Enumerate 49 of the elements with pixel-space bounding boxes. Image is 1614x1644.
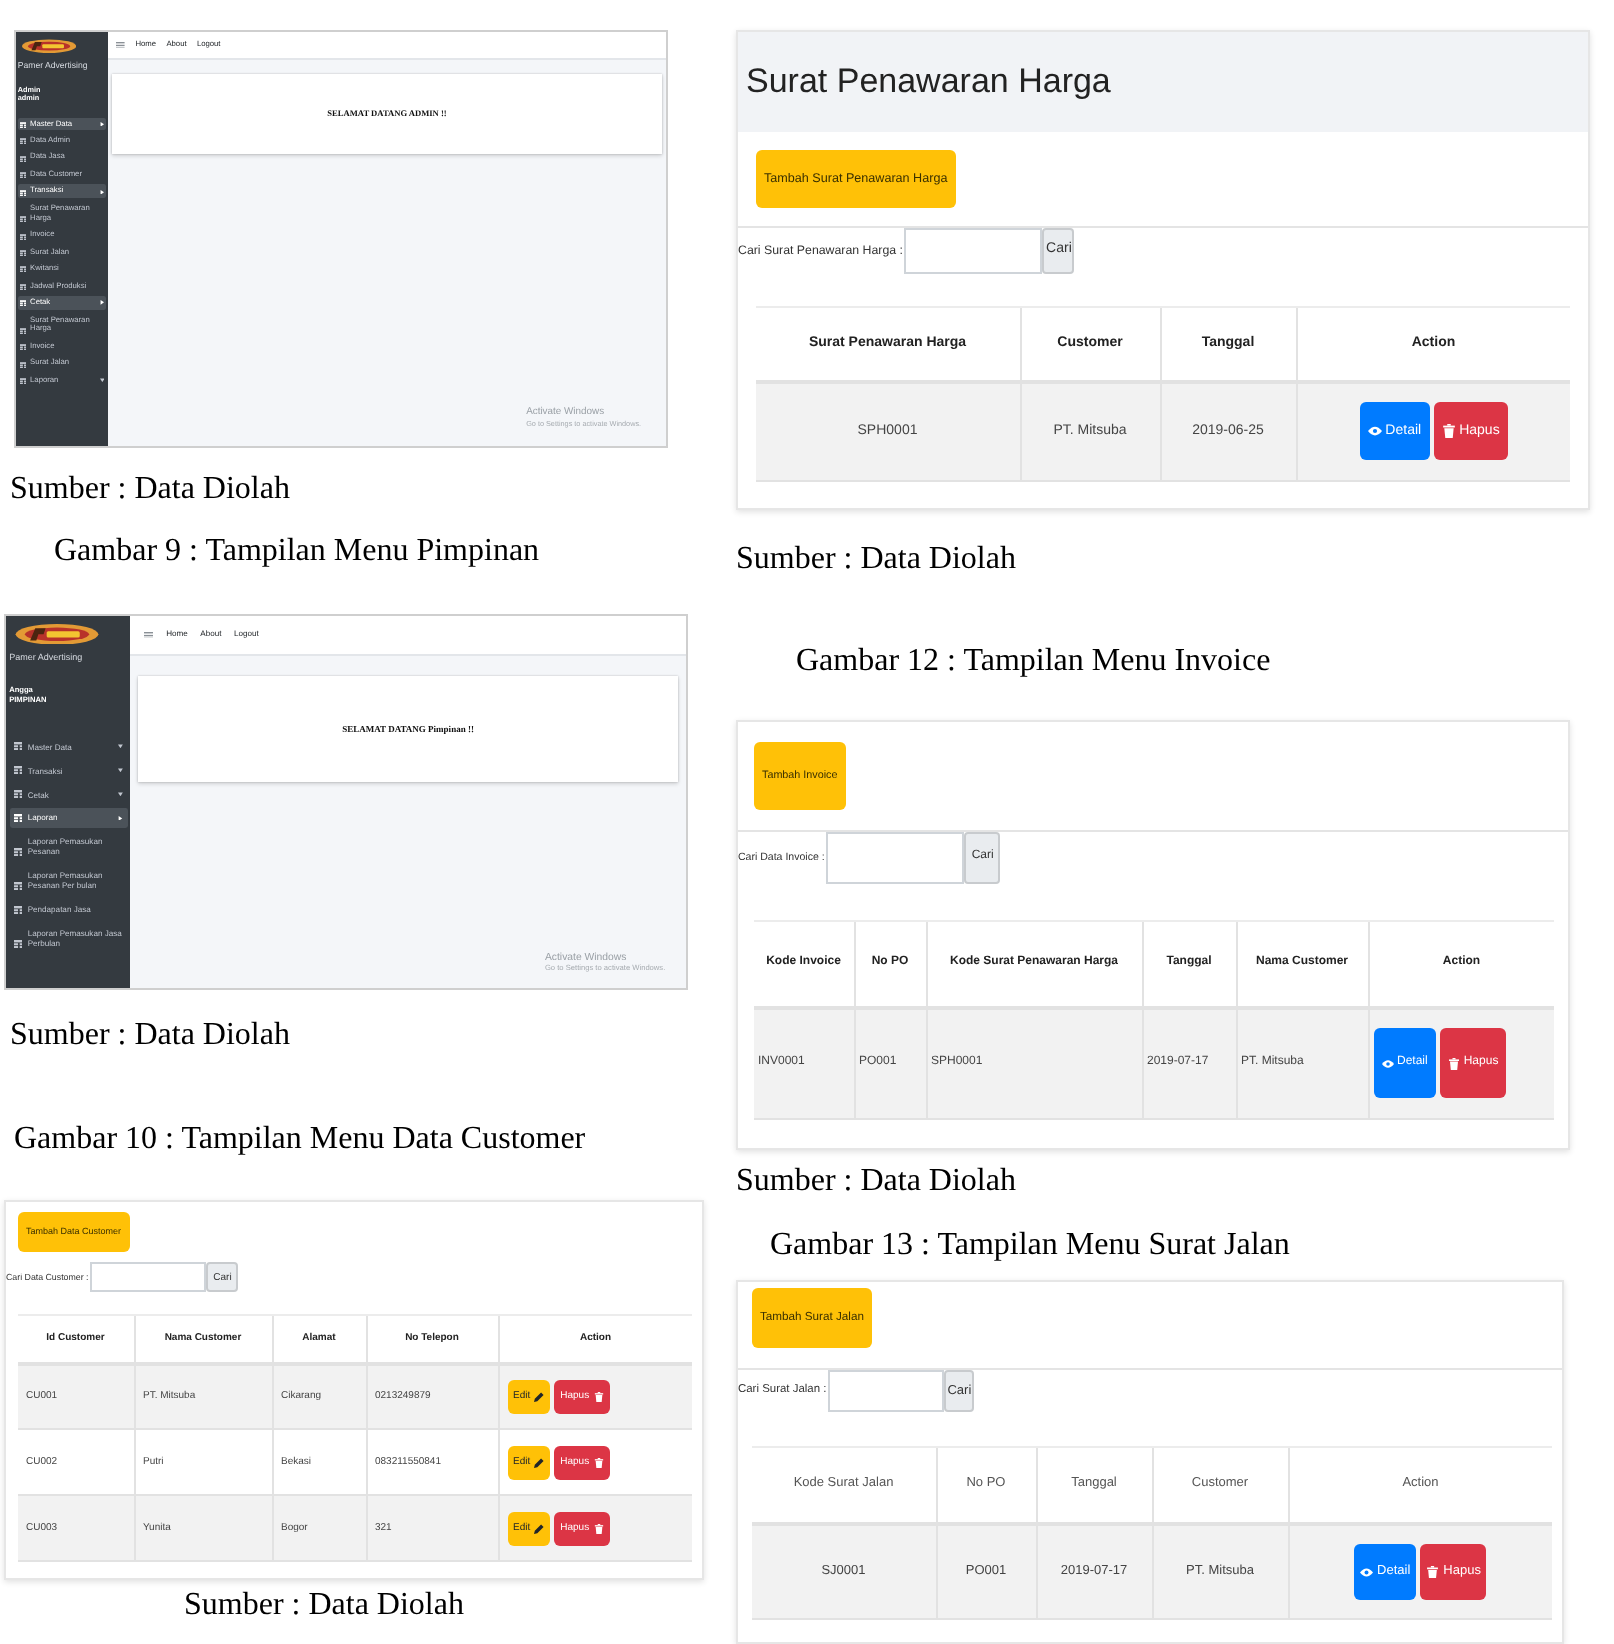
table-icon: [13, 848, 23, 857]
table-icon: [20, 172, 27, 179]
table-icon: [20, 361, 27, 368]
table-icon: [20, 283, 27, 291]
source-note: Sumber : Data Diolah: [10, 472, 290, 508]
menu-icon: [116, 41, 126, 49]
table-icon: [20, 300, 27, 308]
caret-icon: [99, 300, 104, 306]
table-icon: [20, 327, 27, 334]
figure-caption: Gambar 10 : Tampilan Menu Data Customer: [14, 1122, 586, 1158]
search-field[interactable]: [828, 1370, 945, 1412]
table-icon: [20, 138, 27, 145]
source-note: Sumber : Data Diolah: [736, 1164, 1016, 1200]
table-icon: [20, 155, 27, 162]
caret-icon: [99, 189, 104, 194]
table-icon: [13, 742, 23, 751]
menu-icon: [144, 631, 154, 639]
table-icon: [20, 250, 27, 257]
caret-icon: [118, 767, 124, 773]
table-icon: [13, 790, 23, 799]
source-note: Sumber : Data Diolah: [184, 1588, 464, 1624]
table-icon: [13, 766, 23, 775]
caret-icon: [99, 378, 104, 383]
table-icon: [20, 233, 27, 240]
caret-icon: [118, 791, 124, 797]
table-icon: [20, 189, 27, 196]
table-icon: [20, 378, 27, 385]
figure-caption: Gambar 12 : Tampilan Menu Invoice: [796, 644, 1271, 680]
logo-icon: [22, 38, 77, 55]
logo-icon: [12, 623, 103, 644]
figure-caption: Gambar 13 : Tampilan Menu Surat Jalan: [770, 1228, 1290, 1264]
table-icon: [20, 344, 27, 351]
table-icon: [20, 266, 27, 274]
search-field[interactable]: [826, 832, 965, 884]
source-note: Sumber : Data Diolah: [10, 1018, 290, 1054]
figure-caption: Gambar 9 : Tampilan Menu Pimpinan: [54, 534, 540, 570]
table-icon: [13, 881, 23, 890]
table-icon: [13, 814, 23, 823]
table-icon: [20, 216, 27, 223]
table-icon: [20, 121, 27, 128]
table-icon: [13, 939, 23, 948]
caret-icon: [118, 744, 124, 749]
caret-icon: [118, 815, 124, 821]
search-field[interactable]: [904, 228, 1043, 274]
table-icon: [13, 905, 23, 914]
search-field[interactable]: [90, 1262, 207, 1292]
source-note: Sumber : Data Diolah: [736, 542, 1016, 578]
page-title: Surat Penawaran Harga: [746, 61, 1111, 103]
caret-icon: [99, 121, 104, 127]
